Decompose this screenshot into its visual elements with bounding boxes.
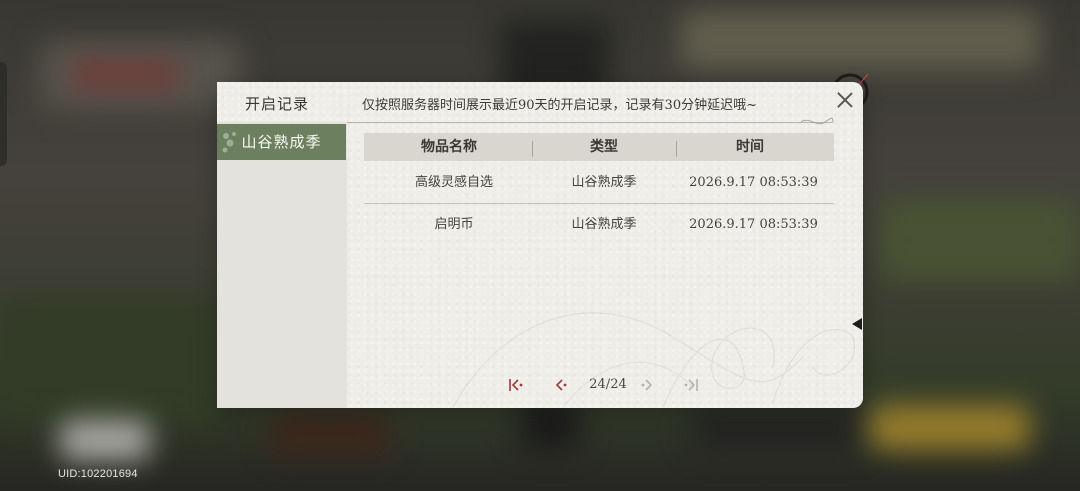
leaf-pattern-icon: [222, 132, 236, 153]
table-row: 启明币 山谷熟成季 2026.9.17 08:53:39: [364, 204, 834, 245]
cell-type: 山谷熟成季: [571, 175, 637, 190]
first-page-icon[interactable]: [505, 374, 527, 396]
pagination: 24/24: [217, 374, 863, 398]
prev-page-icon[interactable]: [550, 374, 572, 396]
side-panel-handle[interactable]: [0, 62, 7, 166]
table-header: 物品名称 类型 时间: [364, 133, 834, 161]
panel-pointer-marker: [852, 318, 862, 330]
uid-label: UID:102201694: [58, 468, 138, 480]
page-indicator: 24/24: [589, 377, 627, 392]
cell-type: 山谷熟成季: [571, 217, 637, 232]
cell-item-name: 启明币: [434, 217, 474, 232]
cell-item-name: 高级灵感自选: [414, 175, 493, 190]
category-sidebar: 山谷熟成季: [217, 122, 347, 408]
column-header-time: 时间: [736, 139, 764, 155]
column-header-item-name: 物品名称: [421, 139, 477, 155]
last-page-icon[interactable]: [680, 374, 702, 396]
dialog-title: 开启记录: [245, 95, 310, 113]
flourish-ornament: [800, 117, 834, 125]
dialog-header: 开启记录 仅按照服务器时间展示最近90天的开启记录，记录有30分钟延迟哦~: [217, 82, 863, 122]
cell-time: 2026.9.17 08:53:39: [689, 175, 818, 190]
cell-time: 2026.9.17 08:53:39: [689, 217, 818, 232]
open-records-dialog: 开启记录 仅按照服务器时间展示最近90天的开启记录，记录有30分钟延迟哦~ 山谷…: [217, 82, 863, 408]
sidebar-item-label: 山谷熟成季: [241, 133, 322, 151]
column-header-type: 类型: [590, 139, 618, 155]
sidebar-item-valley-season[interactable]: 山谷熟成季: [217, 124, 346, 160]
next-page-icon[interactable]: [636, 374, 658, 396]
table-row: 高级灵感自选 山谷熟成季 2026.9.17 08:53:39: [364, 162, 834, 203]
records-notice: 仅按照服务器时间展示最近90天的开启记录，记录有30分钟延迟哦~: [362, 98, 757, 113]
close-icon[interactable]: [835, 90, 855, 110]
